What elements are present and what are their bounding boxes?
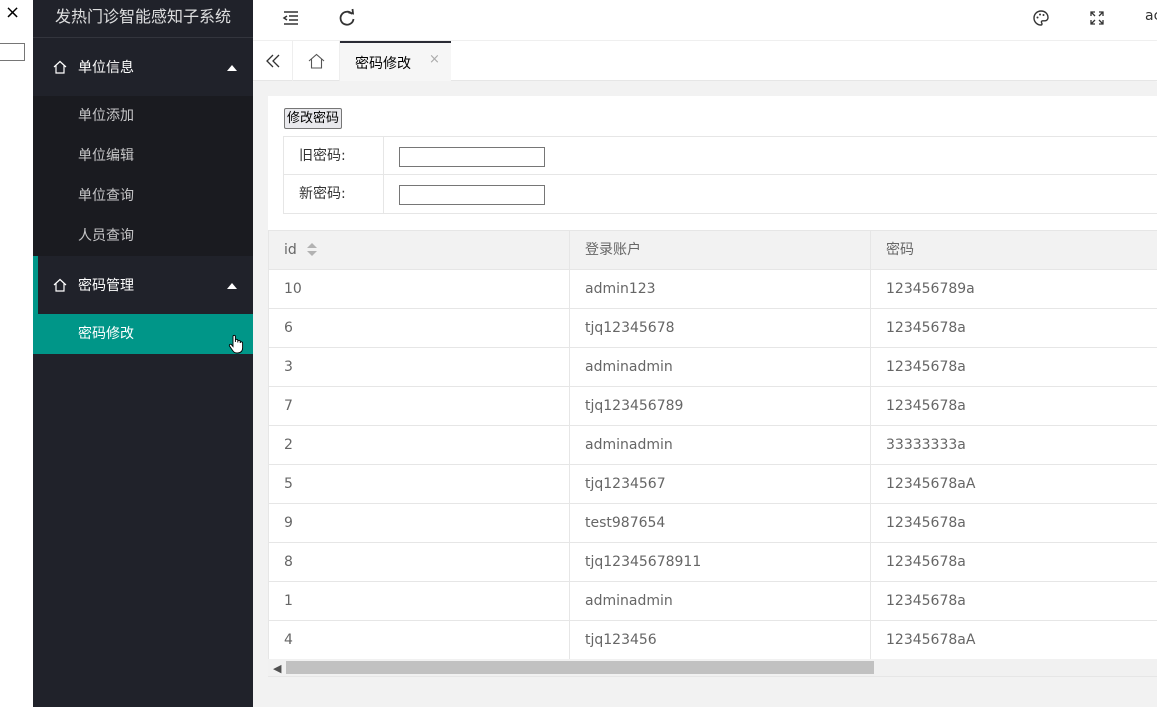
table-row[interactable]: 5 tjq1234567 12345678aA bbox=[269, 465, 1157, 504]
table-body: 10 admin123 123456789a 6 tjq12345678 12345678… bbox=[269, 270, 1157, 660]
table-row[interactable]: 1 adminadmin 12345678a bbox=[269, 582, 1157, 621]
sidebar-children-password: 密码修改 bbox=[33, 314, 253, 354]
table-cell: tjq12345678911 bbox=[570, 543, 871, 582]
refresh-icon[interactable] bbox=[337, 8, 357, 28]
app-root: × 发热门诊智能感知子系统 单位信息 单位添加 单位编辑 单位查询 人员查询 密… bbox=[0, 0, 1157, 707]
table-cell: 9 bbox=[269, 504, 570, 543]
table-row[interactable]: 8 tjq12345678911 12345678a bbox=[269, 543, 1157, 582]
horizontal-scrollbar[interactable]: ◀ bbox=[268, 659, 1157, 676]
tab-scroll-left[interactable] bbox=[253, 41, 293, 81]
table-row[interactable]: 9 test987654 12345678a bbox=[269, 504, 1157, 543]
top-header: ac bbox=[253, 0, 1157, 41]
scroll-left-arrow-icon[interactable]: ◀ bbox=[273, 662, 281, 675]
sidebar-item-unit-edit[interactable]: 单位编辑 bbox=[33, 136, 253, 176]
new-password-input[interactable] bbox=[399, 185, 545, 205]
table-header: id 登录账户 密码 bbox=[269, 231, 1157, 270]
table-row[interactable]: 7 tjq123456789 12345678a bbox=[269, 387, 1157, 426]
collapse-menu-icon[interactable] bbox=[281, 8, 301, 28]
table-row[interactable]: 3 adminadmin 12345678a bbox=[269, 348, 1157, 387]
home-icon bbox=[308, 53, 325, 69]
table-row[interactable]: 10 admin123 123456789a bbox=[269, 270, 1157, 309]
table-cell: 12345678a bbox=[886, 359, 966, 375]
sidebar-group-password[interactable]: 密码管理 bbox=[33, 256, 253, 314]
tab-bar: 密码修改 × bbox=[253, 41, 1157, 81]
table-cell: 3 bbox=[269, 348, 570, 387]
table-cell: adminadmin bbox=[570, 426, 871, 465]
new-password-label: 新密码: bbox=[284, 175, 384, 213]
sidebar-children-unit: 单位添加 单位编辑 单位查询 人员查询 bbox=[33, 96, 253, 256]
table-cell: 12345678a bbox=[886, 515, 966, 531]
tab-home[interactable] bbox=[293, 41, 340, 81]
new-password-row: 新密码: bbox=[283, 175, 1157, 214]
old-password-row: 旧密码: bbox=[283, 136, 1157, 175]
double-chevron-left-icon bbox=[266, 54, 280, 68]
sidebar-group-label: 单位信息 bbox=[78, 60, 134, 76]
table-cell: 7 bbox=[269, 387, 570, 426]
sort-icon[interactable] bbox=[307, 243, 318, 257]
column-header-account: 登录账户 bbox=[570, 231, 871, 270]
close-icon[interactable]: × bbox=[429, 52, 440, 67]
table-cell: test987654 bbox=[570, 504, 871, 543]
table-cell: tjq123456 bbox=[570, 621, 871, 660]
sidebar-item-unit-add[interactable]: 单位添加 bbox=[33, 96, 253, 136]
chevron-up-icon bbox=[227, 283, 237, 289]
table-cell: 10 bbox=[269, 270, 570, 309]
table-cell: adminadmin bbox=[570, 582, 871, 621]
table-cell: 33333333a bbox=[886, 437, 966, 453]
table-cell: 123456789a bbox=[886, 281, 975, 297]
table-cell: 1 bbox=[269, 582, 570, 621]
close-icon[interactable]: × bbox=[5, 3, 20, 23]
sidebar-item-unit-query[interactable]: 单位查询 bbox=[33, 176, 253, 216]
password-form-panel: 修改密码 旧密码: 新密码: bbox=[268, 96, 1157, 230]
table-cell: 12345678a bbox=[886, 398, 966, 414]
tab-password-change[interactable]: 密码修改 × bbox=[340, 41, 451, 81]
old-password-input[interactable] bbox=[399, 147, 545, 167]
user-name[interactable]: ac bbox=[1145, 8, 1157, 24]
sidebar-item-staff-query[interactable]: 人员查询 bbox=[33, 216, 253, 256]
sidebar-item-password-change[interactable]: 密码修改 bbox=[33, 314, 253, 354]
scrollbar-thumb[interactable] bbox=[286, 661, 874, 674]
table-row[interactable]: 4 tjq123456 12345678aA bbox=[269, 621, 1157, 660]
table-cell: adminadmin bbox=[570, 348, 871, 387]
content-area: 修改密码 旧密码: 新密码: id 登录账户 密码 10 admin123 12… bbox=[253, 82, 1157, 707]
chevron-up-icon bbox=[227, 65, 237, 71]
account-table: id 登录账户 密码 10 admin123 123456789a 6 tjq12345… bbox=[268, 230, 1157, 677]
table-cell: tjq12345678 bbox=[570, 309, 871, 348]
home-icon bbox=[53, 60, 67, 74]
theme-palette-icon[interactable] bbox=[1031, 8, 1051, 28]
table-cell: 8 bbox=[269, 543, 570, 582]
table-cell: 12345678aA bbox=[886, 632, 976, 648]
home-icon bbox=[53, 278, 67, 292]
tab-label: 密码修改 bbox=[355, 56, 411, 72]
password-form: 旧密码: 新密码: bbox=[283, 136, 1157, 214]
table-row[interactable]: 6 tjq12345678 12345678a bbox=[269, 309, 1157, 348]
table-cell: admin123 bbox=[570, 270, 871, 309]
table-cell: 4 bbox=[269, 621, 570, 660]
sidebar-item-label: 密码修改 bbox=[78, 326, 134, 342]
table-row[interactable]: 2 adminadmin 33333333a bbox=[269, 426, 1157, 465]
table-cell: 5 bbox=[269, 465, 570, 504]
left-strip: × bbox=[0, 0, 33, 707]
column-label: id bbox=[284, 242, 297, 258]
table-cell: 12345678a bbox=[886, 320, 966, 336]
fullscreen-icon[interactable] bbox=[1087, 8, 1107, 28]
table-cell: 12345678a bbox=[886, 593, 966, 609]
table-cell: tjq123456789 bbox=[570, 387, 871, 426]
table-cell: 12345678a bbox=[886, 554, 966, 570]
old-password-label: 旧密码: bbox=[284, 137, 384, 175]
app-title: 发热门诊智能感知子系统 bbox=[33, 0, 253, 38]
change-password-button[interactable]: 修改密码 bbox=[284, 108, 343, 129]
hand-cursor-icon bbox=[228, 334, 244, 354]
sidebar: 发热门诊智能感知子系统 单位信息 单位添加 单位编辑 单位查询 人员查询 密码管… bbox=[33, 0, 253, 707]
table-cell: 6 bbox=[269, 309, 570, 348]
mini-input[interactable] bbox=[0, 43, 25, 61]
table-cell: tjq1234567 bbox=[570, 465, 871, 504]
column-header-password: 密码 bbox=[886, 242, 914, 258]
sidebar-group-label: 密码管理 bbox=[78, 278, 134, 294]
column-header-id[interactable]: id bbox=[269, 231, 570, 270]
sidebar-group-unit-info[interactable]: 单位信息 bbox=[33, 38, 253, 96]
table-cell: 12345678aA bbox=[886, 476, 976, 492]
table-cell: 2 bbox=[269, 426, 570, 465]
